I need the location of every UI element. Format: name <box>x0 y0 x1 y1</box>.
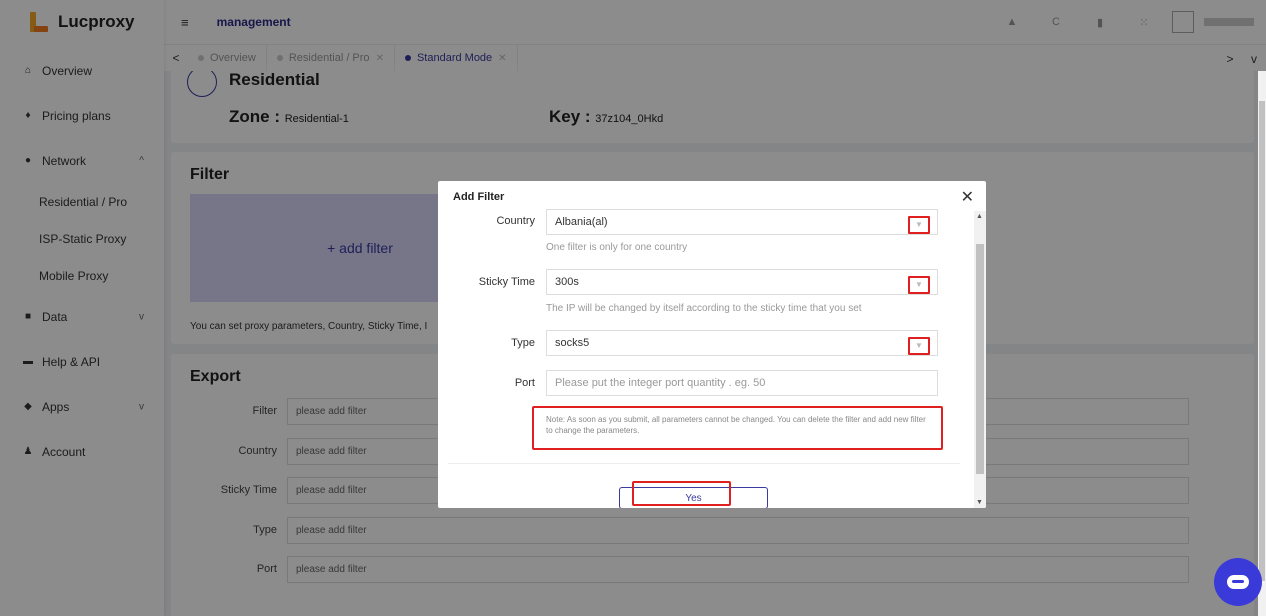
modal-title: Add Filter <box>453 191 505 203</box>
chevron-down-icon[interactable]: ▼ <box>908 337 930 355</box>
port-label: Port <box>514 377 535 389</box>
scrollbar-thumb[interactable] <box>1259 101 1265 581</box>
close-icon[interactable]: ✕ <box>961 187 974 207</box>
type-value: socks5 <box>555 337 590 349</box>
country-select[interactable]: Albania(al) ▼ <box>546 209 938 235</box>
chat-button[interactable] <box>1214 558 1262 606</box>
country-help: One filter is only for one country <box>546 242 688 253</box>
modal-scrollbar[interactable]: ▲ ▼ <box>974 211 986 508</box>
divider <box>448 463 960 464</box>
sticky-time-value: 300s <box>555 276 579 288</box>
chevron-down-icon[interactable]: ▼ <box>908 216 930 234</box>
scroll-up-icon[interactable]: ▲ <box>976 213 983 220</box>
yes-button[interactable]: Yes <box>619 481 768 508</box>
chat-icon <box>1227 575 1249 589</box>
scrollbar-thumb[interactable] <box>976 244 984 474</box>
modal-body: Country Albania(al) ▼ One filter is only… <box>438 209 974 508</box>
type-select[interactable]: socks5 ▼ <box>546 330 938 356</box>
chevron-down-icon[interactable]: ▼ <box>908 276 930 294</box>
port-input[interactable]: Please put the integer port quantity . e… <box>546 370 938 396</box>
highlight-box <box>632 481 731 506</box>
type-label: Type <box>511 337 535 349</box>
page-scrollbar[interactable] <box>1258 71 1266 616</box>
country-label: Country <box>496 215 535 227</box>
country-value: Albania(al) <box>555 216 608 228</box>
submit-note: Note: As soon as you submit, all paramet… <box>532 406 943 450</box>
sticky-time-label: Sticky Time <box>478 276 535 288</box>
sticky-time-select[interactable]: 300s ▼ <box>546 269 938 295</box>
add-filter-modal: Add Filter ✕ Country Albania(al) ▼ One f… <box>438 181 986 508</box>
scroll-down-icon[interactable]: ▼ <box>976 499 983 506</box>
sticky-time-help: The IP will be changed by itself accordi… <box>546 303 862 314</box>
